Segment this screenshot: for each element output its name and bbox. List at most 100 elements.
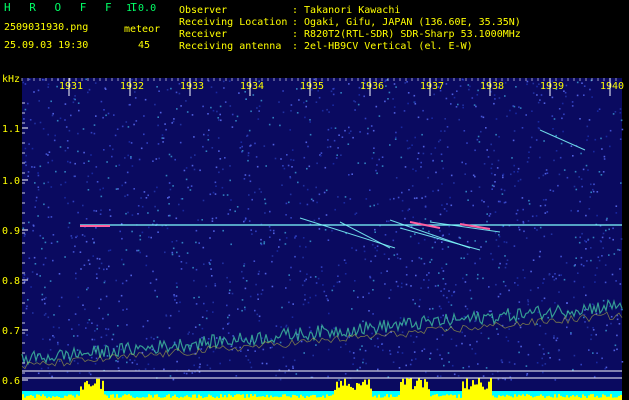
- activity-bar: [362, 381, 364, 400]
- x-tick-label: 1931: [59, 81, 83, 92]
- activity-bar: [554, 394, 556, 400]
- activity-bar: [100, 388, 102, 400]
- activity-bar: [464, 388, 466, 400]
- activity-bar: [310, 395, 312, 400]
- activity-bar: [346, 385, 348, 400]
- activity-bar: [130, 395, 132, 400]
- activity-bar: [458, 394, 460, 400]
- activity-bar: [422, 387, 424, 400]
- activity-bar: [438, 396, 440, 400]
- activity-bar: [276, 396, 278, 400]
- activity-bar: [474, 384, 476, 400]
- activity-bar: [576, 395, 578, 400]
- activity-bar: [282, 394, 284, 400]
- activity-bar: [570, 396, 572, 400]
- activity-bar: [216, 396, 218, 400]
- activity-bar: [488, 381, 490, 400]
- activity-bar: [542, 395, 544, 400]
- activity-bar: [536, 396, 538, 400]
- activity-bar: [44, 396, 46, 400]
- activity-bar: [312, 394, 314, 400]
- activity-bar: [604, 395, 606, 400]
- activity-bar: [104, 394, 106, 400]
- activity-bar: [322, 395, 324, 400]
- activity-bar: [514, 394, 516, 400]
- activity-bar: [592, 394, 594, 400]
- activity-bar: [420, 380, 422, 400]
- activity-bar: [228, 394, 230, 400]
- x-tick-label: 1936: [360, 81, 384, 92]
- activity-bar: [208, 394, 210, 400]
- activity-bar: [274, 396, 276, 400]
- activity-bar: [116, 394, 118, 400]
- activity-bar: [254, 394, 256, 400]
- activity-bar: [252, 395, 254, 400]
- activity-bar: [156, 394, 158, 400]
- activity-bar: [534, 396, 536, 400]
- activity-bar: [266, 394, 268, 400]
- activity-bar: [168, 394, 170, 400]
- activity-bar: [440, 396, 442, 400]
- activity-bar: [374, 395, 376, 400]
- x-tick-label: 1933: [180, 81, 204, 92]
- activity-bar: [186, 395, 188, 400]
- activity-bar: [480, 382, 482, 400]
- x-tick-label: 1932: [120, 81, 144, 92]
- activity-bar: [348, 383, 350, 400]
- spectrogram: kHz 1.1 1.0 0.9 0.8 0.7 0.6 1931 1932 1933 1934 193…: [2, 74, 624, 400]
- activity-bar: [442, 395, 444, 400]
- activity-bar: [366, 384, 368, 400]
- activity-bar: [572, 395, 574, 400]
- activity-bar: [450, 394, 452, 400]
- activity-bar: [110, 394, 112, 400]
- activity-bar: [524, 396, 526, 400]
- activity-bar: [234, 395, 236, 400]
- activity-bar: [126, 394, 128, 400]
- activity-bar: [84, 382, 86, 400]
- activity-bar: [364, 379, 366, 400]
- activity-bar: [356, 383, 358, 400]
- activity-bar: [98, 378, 100, 400]
- activity-bar: [518, 394, 520, 400]
- activity-bar: [406, 378, 408, 400]
- activity-bar: [26, 396, 28, 400]
- activity-bar: [468, 389, 470, 400]
- activity-bar: [408, 378, 410, 400]
- activity-bar: [338, 387, 340, 400]
- activity-bar: [596, 395, 598, 400]
- activity-bar: [246, 394, 248, 400]
- activity-bar: [102, 380, 104, 400]
- activity-bar: [220, 394, 222, 400]
- activity-bar: [210, 395, 212, 400]
- activity-bar: [444, 395, 446, 400]
- activity-bar: [426, 381, 428, 400]
- activity-bar: [560, 395, 562, 400]
- activity-bar: [124, 394, 126, 400]
- activity-bar: [166, 395, 168, 400]
- activity-bar: [258, 396, 260, 400]
- activity-bar: [436, 394, 438, 400]
- activity-bar: [56, 396, 58, 400]
- activity-bar: [508, 395, 510, 400]
- activity-bar: [620, 394, 622, 400]
- activity-bar: [520, 395, 522, 400]
- activity-bar: [414, 386, 416, 400]
- activity-bar: [434, 394, 436, 400]
- activity-bar: [250, 394, 252, 400]
- activity-bar: [498, 395, 500, 400]
- activity-bar: [470, 386, 472, 400]
- activity-bar: [92, 385, 94, 400]
- activity-bar: [184, 396, 186, 400]
- activity-bar: [82, 389, 84, 400]
- activity-bar: [516, 396, 518, 400]
- activity-bar: [344, 378, 346, 400]
- activity-bar: [332, 394, 334, 400]
- activity-bar: [350, 386, 352, 400]
- activity-bar: [76, 394, 78, 400]
- y-axis-unit: kHz: [2, 74, 20, 85]
- activity-bar: [286, 396, 288, 400]
- activity-bar: [566, 395, 568, 400]
- activity-bar: [238, 394, 240, 400]
- y-tick-label: 0.7: [2, 326, 20, 337]
- activity-bar: [262, 396, 264, 400]
